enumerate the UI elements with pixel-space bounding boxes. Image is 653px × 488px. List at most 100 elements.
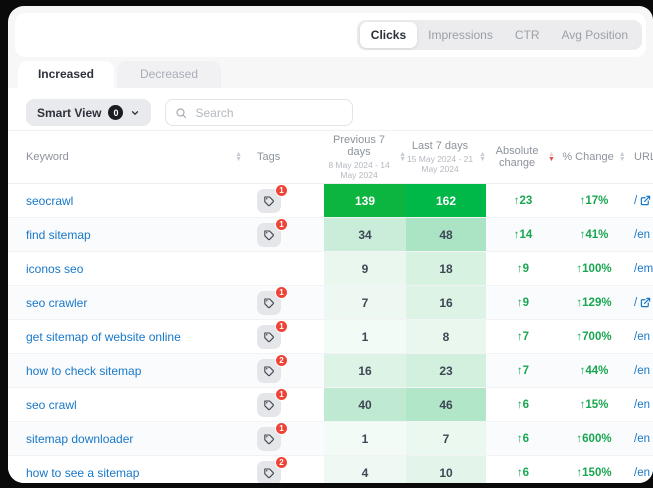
table-row: seo crawl 1 40 46 ↑6 ↑15% /en: [8, 388, 653, 422]
external-link-icon: [640, 297, 651, 308]
sort-absolute-change[interactable]: ▲▼: [548, 152, 555, 163]
sort-previous[interactable]: ▲▼: [399, 152, 406, 163]
previous-value-cell: 16: [324, 354, 406, 387]
filter-bar: Smart View 0: [26, 99, 353, 126]
url-link[interactable]: /em: [628, 252, 653, 285]
keyword-link[interactable]: get sitemap of website online: [8, 320, 254, 353]
tag-cell: 1: [254, 388, 324, 421]
tag-count-badge: 1: [275, 388, 288, 401]
col-previous-range: 8 May 2024 - 14 May 2024: [324, 160, 394, 180]
previous-value-cell: 9: [324, 252, 406, 285]
percent-change-cell: ↑129%: [560, 286, 628, 319]
last-value-cell: 7: [406, 422, 486, 455]
col-last-label: Last 7 days: [412, 140, 468, 152]
table-row: seo crawler 1 7 16 ↑9 ↑129% /: [8, 286, 653, 320]
previous-value-cell: 7: [324, 286, 406, 319]
keyword-link[interactable]: how to see a sitemap: [8, 456, 254, 483]
tag-cell: 2: [254, 456, 324, 483]
search-icon: [175, 107, 187, 119]
last-value-cell: 162: [406, 184, 486, 217]
keyword-link[interactable]: iconos seo: [8, 252, 254, 285]
url-link[interactable]: /: [628, 184, 653, 217]
tag-icon[interactable]: 2: [257, 359, 281, 383]
tag-cell: 1: [254, 286, 324, 319]
absolute-change-cell: ↑23: [486, 184, 560, 217]
tag-icon[interactable]: 1: [257, 393, 281, 417]
col-percent-label: % Change: [562, 151, 613, 163]
url-link[interactable]: /en: [628, 422, 653, 455]
keyword-link[interactable]: sitemap downloader: [8, 422, 254, 455]
col-url-label: URL: [634, 151, 653, 163]
keyword-link[interactable]: seo crawler: [8, 286, 254, 319]
col-last-range: 15 May 2024 - 21 May 2024: [406, 154, 474, 174]
previous-value-cell: 139: [324, 184, 406, 217]
tag-icon[interactable]: 1: [257, 189, 281, 213]
metric-tab-avg-position[interactable]: Avg Position: [551, 22, 640, 48]
keyword-link[interactable]: find sitemap: [8, 218, 254, 251]
keywords-table: Keyword ▲▼ Tags Previous 7 days 8 May 20…: [8, 130, 653, 483]
url-link[interactable]: /en: [628, 388, 653, 421]
metric-segmented-control: Clicks Impressions CTR Avg Position: [357, 20, 642, 50]
search-box: [165, 99, 353, 126]
tag-icon[interactable]: 1: [257, 223, 281, 247]
external-link-icon: [640, 195, 651, 206]
keyword-link[interactable]: seo crawl: [8, 388, 254, 421]
tag-cell: 1: [254, 320, 324, 353]
table-row: get sitemap of website online 1 1 8 ↑7 ↑…: [8, 320, 653, 354]
metric-tab-impressions[interactable]: Impressions: [417, 22, 504, 48]
tag-icon[interactable]: 1: [257, 291, 281, 315]
table-row: iconos seo 9 18 ↑9 ↑100% /em: [8, 252, 653, 286]
app-card: Clicks Impressions CTR Avg Position Incr…: [8, 6, 653, 483]
tag-count-badge: 1: [275, 422, 288, 435]
last-value-cell: 10: [406, 456, 486, 483]
sort-percent-change[interactable]: ▲▼: [619, 152, 626, 163]
percent-change-cell: ↑17%: [560, 184, 628, 217]
sort-last[interactable]: ▲▼: [479, 152, 486, 163]
percent-change-cell: ↑15%: [560, 388, 628, 421]
tag-icon[interactable]: 1: [257, 325, 281, 349]
url-link[interactable]: /en: [628, 456, 653, 483]
percent-change-cell: ↑700%: [560, 320, 628, 353]
absolute-change-cell: ↑6: [486, 456, 560, 483]
sort-keyword[interactable]: ▲▼: [235, 152, 242, 163]
url-link[interactable]: /: [628, 286, 653, 319]
keyword-link[interactable]: how to check sitemap: [8, 354, 254, 387]
tag-count-badge: 2: [275, 456, 288, 469]
col-previous-label: Previous 7 days: [324, 134, 394, 158]
url-link[interactable]: /en: [628, 320, 653, 353]
tag-icon[interactable]: 2: [257, 461, 281, 484]
tag-cell: 1: [254, 184, 324, 217]
previous-value-cell: 4: [324, 456, 406, 483]
url-link[interactable]: /en: [628, 354, 653, 387]
tab-increased[interactable]: Increased: [18, 61, 114, 88]
table-body: seocrawl 1 139 162 ↑23 ↑17% / f: [8, 184, 653, 483]
absolute-change-cell: ↑9: [486, 286, 560, 319]
last-value-cell: 48: [406, 218, 486, 251]
smart-view-label: Smart View: [37, 106, 101, 120]
tag-cell: 2: [254, 354, 324, 387]
metric-tab-clicks[interactable]: Clicks: [360, 22, 417, 48]
smart-view-dropdown[interactable]: Smart View 0: [26, 99, 151, 126]
chevron-down-icon: [130, 108, 140, 118]
absolute-change-cell: ↑7: [486, 354, 560, 387]
tab-decreased[interactable]: Decreased: [117, 61, 221, 88]
table-row: how to see a sitemap 2 4 10 ↑6 ↑150% /en: [8, 456, 653, 483]
previous-value-cell: 40: [324, 388, 406, 421]
absolute-change-cell: ↑6: [486, 422, 560, 455]
absolute-change-cell: ↑14: [486, 218, 560, 251]
trend-tabs: Increased Decreased: [18, 61, 221, 88]
tag-icon[interactable]: 1: [257, 427, 281, 451]
search-input[interactable]: [193, 105, 343, 121]
smart-view-count-badge: 0: [108, 105, 123, 120]
tag-count-badge: 2: [275, 354, 288, 367]
tag-count-badge: 1: [275, 320, 288, 333]
table-row: seocrawl 1 139 162 ↑23 ↑17% /: [8, 184, 653, 218]
percent-change-cell: ↑44%: [560, 354, 628, 387]
url-link[interactable]: /en: [628, 218, 653, 251]
table-row: find sitemap 1 34 48 ↑14 ↑41% /en: [8, 218, 653, 252]
metric-tab-ctr[interactable]: CTR: [504, 22, 551, 48]
keyword-link[interactable]: seocrawl: [8, 184, 254, 217]
tag-count-badge: 1: [275, 184, 288, 197]
last-value-cell: 23: [406, 354, 486, 387]
last-value-cell: 18: [406, 252, 486, 285]
